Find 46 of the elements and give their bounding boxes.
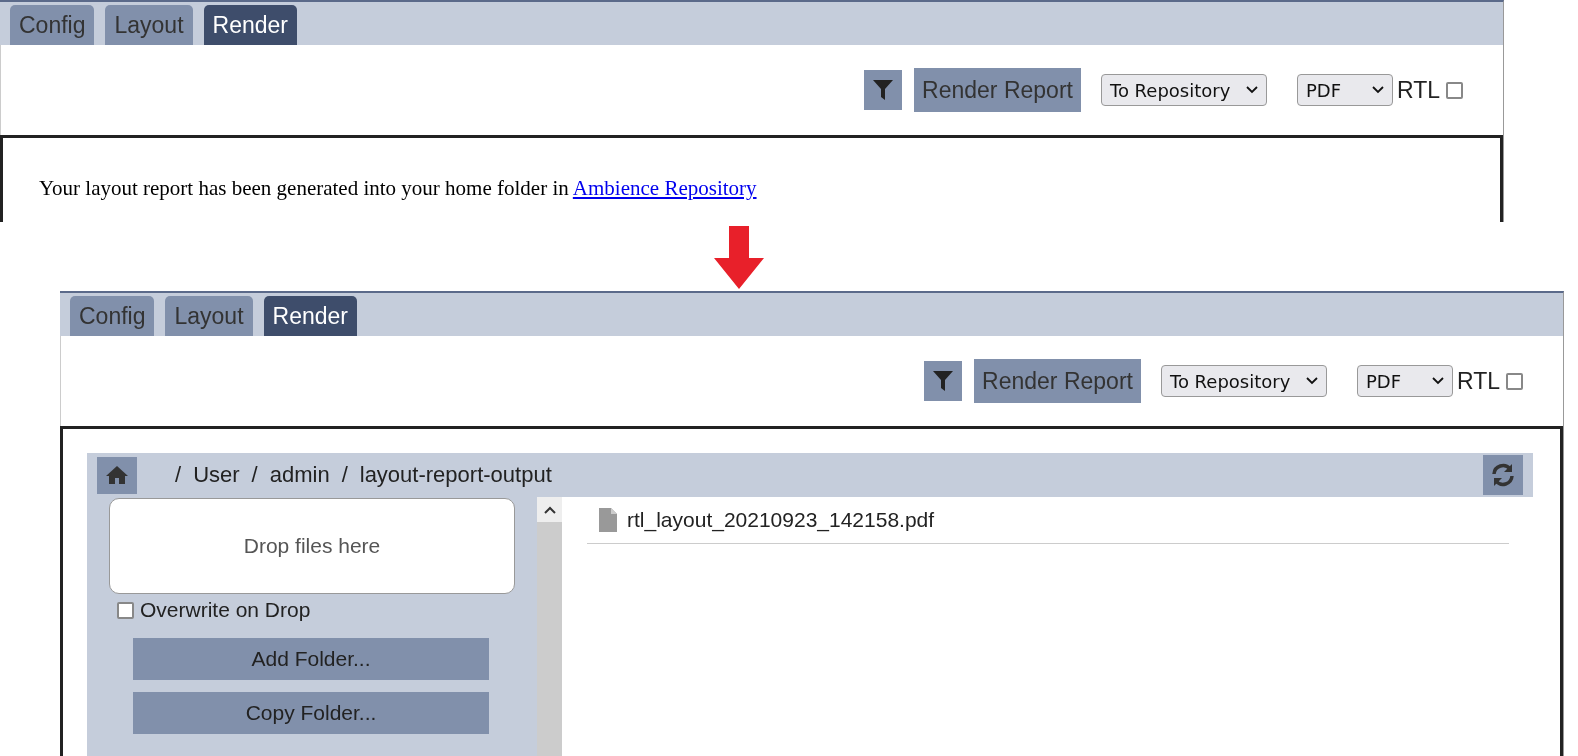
breadcrumb-link[interactable]: admin [269,462,330,488]
folder-action-button[interactable]: Copy Folder... [133,692,489,734]
filter-button[interactable] [924,361,963,401]
tab[interactable]: Render [203,5,297,45]
repository-link[interactable]: Ambience Repository [572,176,757,200]
chevron-up-icon [543,505,556,514]
destination-select[interactable]: To Repository [1100,74,1267,106]
scroll-up-button[interactable] [537,497,562,522]
home-icon [105,465,129,485]
destination-select[interactable]: To Repository [1160,365,1327,397]
format-select[interactable]: PDF [1356,365,1453,397]
overwrite-checkbox[interactable] [117,601,134,619]
status-message: Your layout report has been generated into your home folder in Ambience Repository [39,176,758,201]
scrollbar[interactable] [537,497,562,756]
path-separator: / [251,462,258,488]
rtl-checkbox[interactable] [1506,372,1523,390]
filter-icon [872,78,895,102]
tab[interactable]: Config [10,5,95,45]
home-button[interactable] [97,456,137,494]
rtl-label: RTL [1396,76,1440,104]
filter-button[interactable] [864,70,903,110]
caret-icon [1431,377,1444,385]
file-row[interactable]: rtl_layout_20210923_142158.pdf [587,497,1509,544]
caret-icon [1245,86,1258,94]
breadcrumb-link[interactable]: layout-report-output [359,462,552,488]
tab[interactable]: Config [70,296,155,336]
tab[interactable]: Layout [165,296,253,336]
path-separator: / [175,462,182,488]
overwrite-label: Overwrite on Drop [140,598,311,622]
refresh-icon [1490,462,1516,488]
filter-icon [932,369,955,393]
path-separator: / [341,462,348,488]
rtl-label: RTL [1456,367,1500,395]
file-icon [599,508,617,532]
folder-action-button[interactable]: Add Folder... [133,638,489,680]
caret-icon [1371,86,1384,94]
tab[interactable]: Layout [105,5,193,45]
caret-icon [1305,377,1318,385]
drop-zone[interactable]: Drop files here [109,498,515,594]
tab[interactable]: Render [263,296,357,336]
rtl-checkbox[interactable] [1446,81,1463,99]
refresh-button[interactable] [1483,455,1523,495]
render-report-button[interactable]: Render Report [974,359,1141,403]
format-select[interactable]: PDF [1296,74,1393,106]
breadcrumb-link[interactable]: User [193,462,240,488]
render-report-button[interactable]: Render Report [914,68,1081,112]
